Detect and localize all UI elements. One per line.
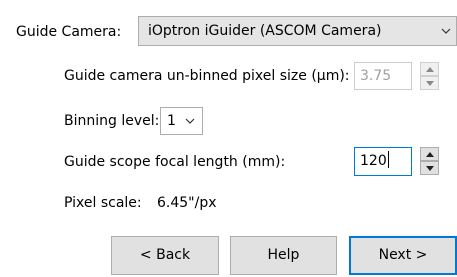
chevron-down-icon (441, 28, 451, 34)
guide-camera-label: Guide Camera: (16, 24, 122, 40)
arrow-down-icon (426, 166, 434, 171)
pixel-size-increment-button[interactable] (420, 62, 439, 76)
back-button[interactable]: < Back (111, 236, 219, 275)
guide-camera-select[interactable]: iOptron iGuider (ASCOM Camera) (138, 16, 457, 46)
next-button[interactable]: Next > (349, 236, 457, 275)
focal-length-stepper[interactable] (420, 147, 439, 175)
arrow-up-icon (426, 152, 434, 157)
pixel-size-input[interactable]: 3.75 (354, 62, 412, 90)
pixel-scale-value: 6.45"/px (157, 195, 217, 211)
pixel-size-label: Guide camera un-binned pixel size (µm): (64, 68, 350, 84)
help-button[interactable]: Help (230, 236, 337, 275)
text-caret (387, 151, 389, 168)
binning-selected-value: 1 (167, 113, 176, 129)
focal-length-decrement-button[interactable] (420, 161, 439, 175)
pixel-scale-label: Pixel scale: (64, 195, 142, 211)
chevron-down-icon (185, 118, 195, 124)
arrow-down-icon (426, 81, 434, 86)
focal-length-input[interactable]: 120 (354, 147, 412, 176)
guide-camera-selected-value: iOptron iGuider (ASCOM Camera) (148, 23, 382, 39)
focal-length-value: 120 (360, 153, 387, 169)
binning-label: Binning level: (64, 113, 160, 129)
pixel-size-stepper[interactable] (420, 62, 439, 90)
arrow-up-icon (426, 67, 434, 72)
focal-length-increment-button[interactable] (420, 147, 439, 161)
pixel-size-decrement-button[interactable] (420, 76, 439, 90)
focal-length-label: Guide scope focal length (mm): (64, 154, 286, 170)
binning-select[interactable]: 1 (160, 107, 203, 135)
